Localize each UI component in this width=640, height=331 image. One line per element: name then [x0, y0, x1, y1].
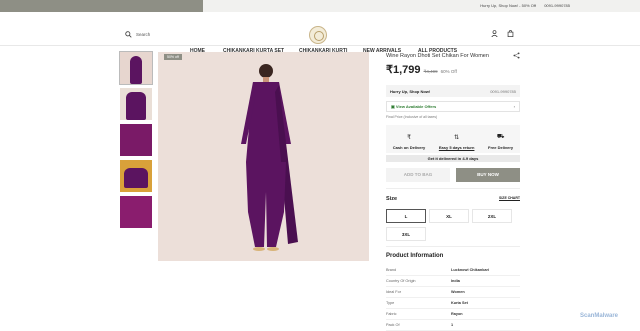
product-details: Wine Rayon Dhoti Set Chikan For Women ₹1… [386, 52, 520, 331]
hurry-text: Hurry Up, Shop Now! [390, 88, 431, 94]
offer-icon: ▣ [391, 104, 395, 109]
user-icon[interactable] [491, 30, 498, 37]
info-key: Fabric [386, 312, 397, 316]
features-strip: ₹ Cash on Delivery ⇅ Easy 5 days return ⛟ F… [386, 125, 520, 153]
announcement-bar-left [0, 0, 203, 12]
watermark: ScanMalware [580, 313, 619, 319]
thumbnail[interactable] [120, 88, 152, 120]
cart-icon[interactable] [507, 30, 514, 37]
delivery-estimate: Get it delivered in 4-9 days [386, 155, 520, 162]
announcement-bar: Hurry Up, Shop Now! - 50% Off 0091-99907… [0, 0, 640, 12]
discount-badge: 50% off [164, 54, 182, 60]
main-product-image[interactable]: 50% off [158, 52, 369, 261]
info-value: India [451, 279, 460, 283]
return-icon: ⇅ [454, 135, 460, 141]
info-key: Brand [386, 268, 397, 272]
feature-cod: Cash on Delivery [392, 145, 426, 150]
thumbnail[interactable] [120, 124, 152, 156]
product-information: Product Information Brand Lucknowi Chikan… [386, 246, 520, 331]
hurry-banner: Hurry Up, Shop Now! 0091-9990785 [386, 85, 520, 97]
search-icon [125, 31, 132, 38]
info-key: Country Of Origin [386, 279, 416, 283]
tax-note: Final Price (Inclusive of all taxes) [386, 115, 438, 119]
info-key: Pack Of [386, 323, 400, 327]
info-key: Type [386, 301, 395, 305]
size-option-l[interactable]: L [386, 209, 426, 223]
truck-icon: ⛟ [496, 134, 505, 140]
offers-toggle[interactable]: ▣ View Available Offers › [386, 101, 520, 112]
size-chart-link[interactable]: SIZE CHART [499, 196, 520, 202]
info-row: Ideal For Women [386, 287, 520, 298]
cash-icon: ₹ [407, 135, 411, 141]
buy-now-button[interactable]: BUY NOW [456, 168, 520, 182]
size-option-2xl[interactable]: 2XL [472, 209, 512, 223]
product-title: Wine Rayon Dhoti Set Chikan For Women [386, 52, 489, 59]
info-value: Rayon [451, 312, 463, 316]
info-value: Kurta Set [451, 301, 468, 305]
size-label: Size [386, 196, 398, 202]
info-key: Ideal For [386, 290, 401, 294]
search-box[interactable]: Search [125, 31, 150, 38]
size-option-3xl[interactable]: 3XL [386, 227, 426, 241]
sale-price: ₹1,799 [386, 64, 421, 76]
hurry-phone[interactable]: 0091-9990785 [490, 89, 516, 94]
product-info-heading: Product Information [386, 253, 444, 259]
info-value: 1 [451, 323, 454, 327]
thumbnail[interactable] [120, 160, 152, 192]
share-icon[interactable] [513, 52, 520, 59]
thumbnail[interactable] [120, 196, 152, 228]
info-value: Women [451, 290, 465, 294]
announcement-text: Hurry Up, Shop Now! - 50% Off [480, 3, 536, 8]
feature-return[interactable]: Easy 5 days return [439, 145, 475, 150]
chevron-right-icon: › [513, 104, 515, 109]
thumbnail-list [119, 51, 153, 232]
feature-free-delivery: Free Delivery [488, 145, 514, 150]
size-option-xl[interactable]: XL [429, 209, 469, 223]
discount-text: 60% Off [440, 69, 457, 74]
info-row: Country Of Origin India [386, 276, 520, 287]
size-selector: Size SIZE CHART L XL 2XL 3XL [386, 188, 520, 241]
info-row: Fabric Rayon [386, 309, 520, 320]
announcement-phone[interactable]: 0091-9990785 [544, 3, 570, 8]
add-to-bag-button[interactable]: ADD TO BAG [386, 168, 450, 182]
offers-label: View Available Offers [395, 104, 437, 109]
info-row: Pack Of 1 [386, 320, 520, 331]
brand-logo[interactable] [309, 26, 327, 44]
info-value: Lucknowi Chikankari [451, 268, 489, 272]
search-placeholder: Search [136, 32, 151, 37]
mrp-price: ₹4,499 [423, 69, 438, 74]
thumbnail[interactable] [119, 51, 153, 85]
site-header: Search HOME CHIKANKARI KURTA SET CHIKANK… [0, 12, 640, 54]
info-row: Brand Lucknowi Chikankari [386, 265, 520, 276]
info-row: Type Kurta Set [386, 298, 520, 309]
model-photo [241, 64, 298, 251]
